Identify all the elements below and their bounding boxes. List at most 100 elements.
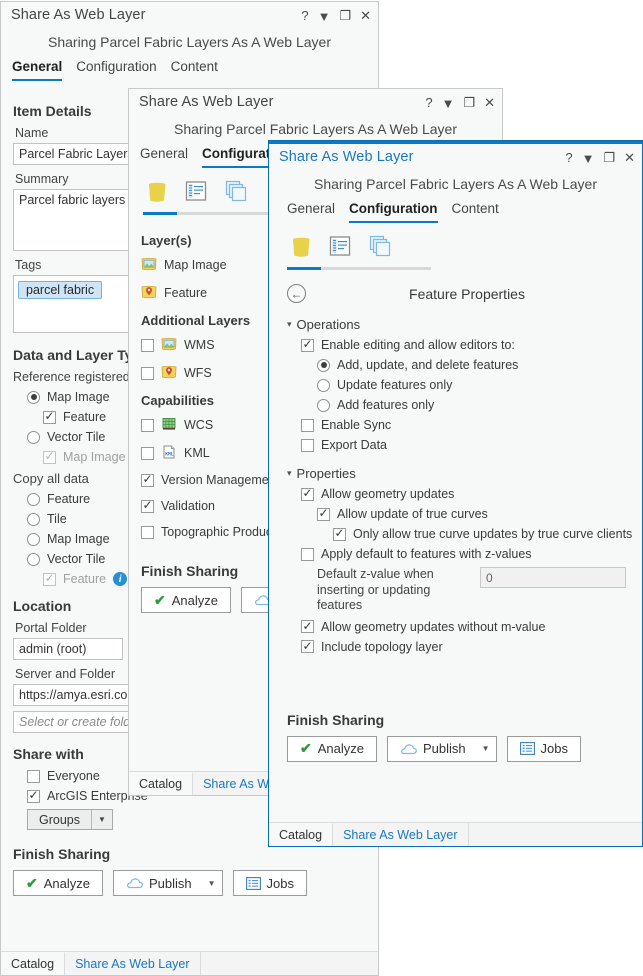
dock-tab-catalog[interactable]: Catalog	[269, 823, 334, 846]
radio-icon	[27, 390, 40, 404]
dock-tab-catalog[interactable]: Catalog	[129, 772, 194, 795]
tab-configuration[interactable]: Configuration	[349, 201, 438, 223]
close-icon[interactable]: ✕	[624, 151, 635, 164]
checkbox-icon	[141, 366, 154, 380]
default-z-row: Default z-value when inserting or updati…	[317, 567, 626, 614]
publish-label: Publish	[422, 741, 466, 757]
dock-tabbar-back: Catalog Share As Web Layer	[1, 951, 378, 975]
jobs-button[interactable]: Jobs	[232, 870, 308, 896]
publish-button[interactable]: Publish ▼	[386, 735, 497, 762]
help-icon[interactable]: ?	[425, 96, 432, 109]
dock-tab-catalog[interactable]: Catalog	[1, 952, 66, 975]
tab-general[interactable]: General	[12, 59, 63, 81]
checkbox-include-topology-layer[interactable]: Include topology layer	[301, 640, 626, 654]
tab-configuration[interactable]: Configuration	[76, 59, 156, 81]
chevron-down-icon[interactable]: ▼	[582, 152, 595, 165]
option-label: Version Management	[161, 473, 280, 487]
layer-sheet-icon[interactable]	[287, 233, 315, 261]
checkbox-icon	[301, 418, 314, 432]
checkbox-enable-editing[interactable]: Enable editing and allow editors to:	[301, 338, 626, 352]
portal-folder-input[interactable]: admin (root)	[13, 638, 123, 660]
dock-tab-share-as-web-layer[interactable]: Share As Web Layer	[65, 952, 201, 975]
radio-update-only[interactable]: Update features only	[317, 378, 626, 392]
tab-content[interactable]: Content	[171, 59, 218, 81]
publish-button[interactable]: Publish ▼	[112, 870, 223, 896]
option-label: Add, update, and delete features	[337, 358, 519, 372]
option-label: Map Image	[47, 390, 110, 404]
operations-heading: Operations	[296, 317, 361, 332]
folder-placeholder: Select or create folder	[19, 715, 142, 729]
checkbox-apply-default-z[interactable]: Apply default to features with z-values	[301, 547, 626, 561]
option-label: Vector Tile	[47, 430, 106, 444]
maximize-icon[interactable]: ❐	[603, 151, 615, 164]
window-title: Share As Web Layer	[279, 149, 414, 165]
layer-properties-icon[interactable]	[183, 178, 211, 206]
dock-tab-share-as-web-layer[interactable]: Share As Web Layer	[333, 823, 469, 846]
chevron-down-icon[interactable]: ▾	[287, 468, 292, 479]
back-arrow-icon[interactable]: ←	[287, 284, 306, 303]
layer-properties-icon[interactable]	[327, 233, 355, 261]
check-icon: ✔	[154, 591, 166, 608]
analyze-button[interactable]: ✔ Analyze	[13, 870, 103, 896]
radio-icon	[27, 430, 40, 444]
window-share-as-web-layer-feature-properties[interactable]: Share As Web Layer ? ▼ ❐ ✕ Sharing Parce…	[268, 140, 643, 847]
default-z-label: Default z-value when inserting or updati…	[317, 567, 434, 613]
radio-add-update-delete[interactable]: Add, update, and delete features	[317, 358, 626, 372]
window-buttons-front: ? ▼ ❐ ✕	[565, 144, 635, 170]
analyze-button[interactable]: ✔ Analyze	[141, 587, 231, 613]
info-icon[interactable]: i	[113, 572, 128, 586]
icon-strip-underline-front	[287, 267, 431, 270]
publish-label: Publish	[148, 875, 192, 891]
cloud-icon	[126, 877, 143, 889]
chevron-down-icon[interactable]: ▾	[287, 319, 292, 330]
tab-general[interactable]: General	[287, 201, 335, 223]
maximize-icon[interactable]: ❐	[339, 9, 351, 22]
option-label: Allow geometry updates without m-value	[321, 619, 546, 634]
layers-stack-icon[interactable]	[223, 178, 251, 206]
option-label: KML	[184, 446, 210, 460]
chevron-down-icon[interactable]: ▼	[482, 744, 490, 753]
chevron-down-icon[interactable]: ▼	[92, 815, 112, 824]
icon-strip-underline-middle	[143, 212, 287, 215]
checkbox-allow-true-curves[interactable]: Allow update of true curves	[317, 507, 626, 521]
operations-heading-row[interactable]: ▾ Operations	[287, 317, 626, 332]
checkbox-only-true-curve-clients[interactable]: Only allow true curve updates by true cu…	[333, 527, 632, 541]
finish-sharing-buttons-front: ✔ Analyze Publish ▼ Jobs	[287, 735, 626, 762]
radio-icon	[317, 358, 330, 372]
checkbox-icon	[27, 769, 40, 783]
folder-input[interactable]: Select or create folder	[13, 711, 141, 733]
analyze-label: Analyze	[317, 741, 364, 757]
properties-heading-row[interactable]: ▾ Properties	[287, 466, 626, 481]
close-icon[interactable]: ✕	[360, 9, 371, 22]
tab-general[interactable]: General	[140, 146, 188, 168]
dock-tab-filler	[469, 823, 642, 846]
chevron-down-icon[interactable]: ▼	[442, 97, 455, 110]
tab-content[interactable]: Content	[452, 201, 499, 223]
checkbox-export-data[interactable]: Export Data	[301, 438, 626, 452]
checkbox-allow-geometry-updates[interactable]: Allow geometry updates	[301, 487, 626, 501]
maximize-icon[interactable]: ❐	[463, 96, 475, 109]
default-z-input[interactable]: 0	[480, 567, 626, 588]
chevron-down-icon[interactable]: ▼	[318, 10, 331, 23]
chevron-down-icon[interactable]: ▼	[208, 879, 216, 888]
layers-stack-icon[interactable]	[367, 233, 395, 261]
option-label: Add features only	[337, 398, 435, 412]
radio-add-only[interactable]: Add features only	[317, 398, 626, 412]
option-label: Map Image	[47, 532, 110, 546]
help-icon[interactable]: ?	[301, 9, 308, 22]
option-label: Update features only	[337, 378, 453, 392]
help-icon[interactable]: ?	[565, 151, 572, 164]
server-input[interactable]: https://amya.esri.com	[13, 684, 141, 706]
close-icon[interactable]: ✕	[484, 96, 495, 109]
option-label: Apply default to features with z-values	[321, 547, 532, 561]
layer-sheet-icon[interactable]	[143, 178, 171, 206]
jobs-button[interactable]: Jobs	[506, 735, 582, 762]
option-label: WMS	[184, 338, 215, 352]
checkbox-enable-sync[interactable]: Enable Sync	[301, 418, 626, 432]
analyze-button[interactable]: ✔ Analyze	[287, 735, 377, 762]
checkbox-allow-without-m-value[interactable]: Allow geometry updates without m-value	[301, 620, 626, 634]
server-value: https://amya.esri.com	[19, 688, 138, 702]
groups-dropdown-button[interactable]: Groups ▼	[27, 809, 113, 830]
option-label: Feature	[63, 572, 107, 586]
tag-chip[interactable]: parcel fabric	[18, 281, 103, 299]
